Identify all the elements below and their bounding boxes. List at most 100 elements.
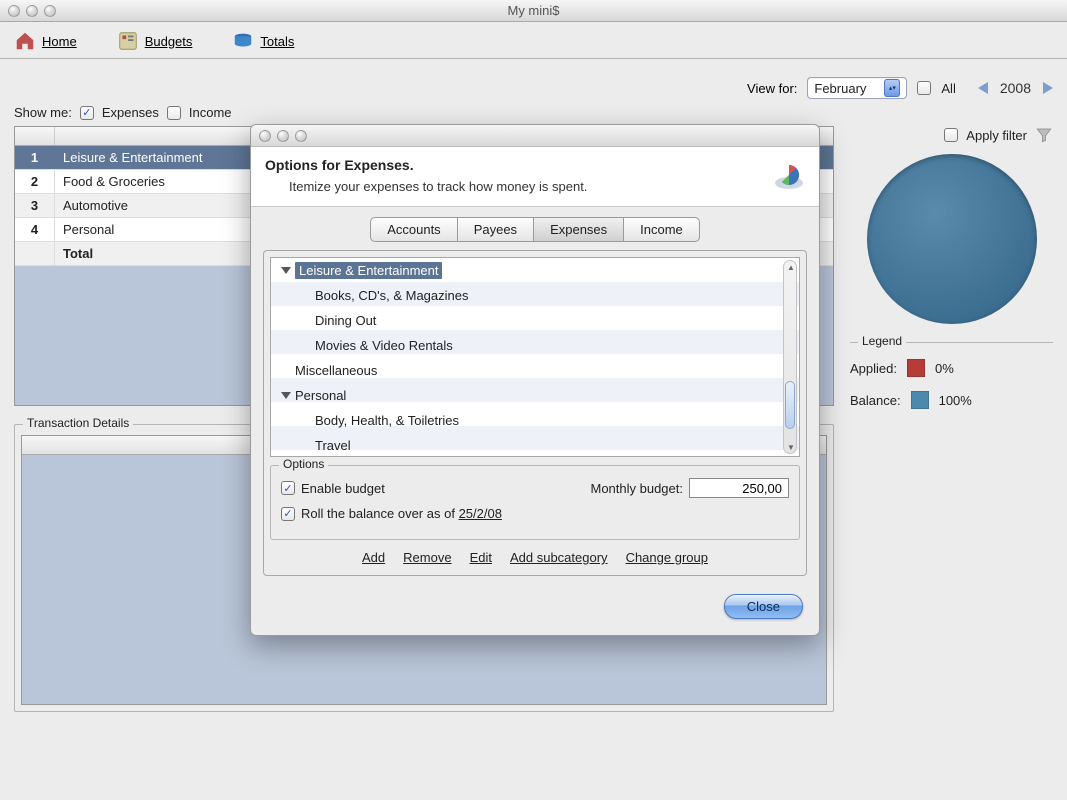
modal-titlebar	[251, 125, 819, 147]
tree-scrollbar[interactable]: ▲ ▼	[783, 260, 797, 454]
swatch-balance-icon	[911, 391, 929, 409]
tree-node-label: Books, CD's, & Magazines	[315, 288, 469, 303]
income-label: Income	[189, 105, 232, 120]
nav-totals-label: Totals	[260, 34, 294, 49]
nav-totals[interactable]: Totals	[232, 30, 294, 52]
nav-home[interactable]: Home	[14, 30, 77, 52]
budgets-icon	[117, 30, 139, 52]
category-col-num[interactable]	[15, 127, 55, 145]
tab-income[interactable]: Income	[624, 217, 700, 242]
modal-zoom-icon[interactable]	[295, 130, 307, 142]
nav-home-label: Home	[42, 34, 77, 49]
pie-chart	[867, 154, 1037, 324]
row-number	[15, 242, 55, 265]
roll-balance-date[interactable]: 25/2/08	[459, 506, 502, 521]
legend-box: Legend Applied: 0% Balance: 100%	[850, 342, 1053, 409]
swatch-applied-icon	[907, 359, 925, 377]
tab-expenses[interactable]: Expenses	[534, 217, 624, 242]
tree-node[interactable]: Personal	[271, 383, 799, 408]
all-checkbox[interactable]	[917, 81, 931, 95]
year-nav: 2008	[978, 80, 1053, 96]
category-tree[interactable]: Leisure & Entertainment Books, CD's, & M…	[270, 257, 800, 457]
modal-title: Options for Expenses.	[265, 157, 805, 173]
modal-minimize-icon[interactable]	[277, 130, 289, 142]
tab-payees[interactable]: Payees	[458, 217, 534, 242]
main-titlebar: My mini$	[0, 0, 1067, 22]
options-legend: Options	[279, 457, 328, 471]
tree-node[interactable]: Books, CD's, & Magazines	[271, 283, 799, 308]
modal-close-icon[interactable]	[259, 130, 271, 142]
tree-node[interactable]: Dining Out	[271, 308, 799, 333]
legend-applied-label: Applied:	[850, 361, 897, 376]
transaction-legend: Transaction Details	[23, 416, 133, 430]
year-next-icon[interactable]	[1043, 82, 1053, 94]
apply-filter-row: Apply filter	[850, 126, 1053, 154]
tree-node-label: Movies & Video Rentals	[315, 338, 453, 353]
monthly-budget-input[interactable]	[689, 478, 789, 498]
show-me-label: Show me:	[14, 105, 72, 120]
action-remove[interactable]: Remove	[403, 550, 451, 565]
legend-row-applied: Applied: 0%	[850, 359, 1053, 377]
scroll-up-icon[interactable]: ▲	[787, 263, 795, 271]
modal-window-controls	[259, 130, 307, 142]
tree-node[interactable]: Miscellaneous	[271, 358, 799, 383]
window-title: My mini$	[0, 3, 1067, 18]
month-select-value: February	[814, 81, 866, 96]
legend-balance-value: 100%	[939, 393, 972, 408]
modal-actions: Add Remove Edit Add subcategory Change g…	[270, 540, 800, 569]
nav-budgets-label: Budgets	[145, 34, 193, 49]
disclosure-triangle-icon[interactable]	[281, 392, 291, 399]
tree-node[interactable]: Travel	[271, 433, 799, 457]
tree-node-label: Miscellaneous	[295, 363, 377, 378]
enable-budget-row: ✓ Enable budget Monthly budget:	[281, 478, 789, 498]
apply-filter-label: Apply filter	[966, 128, 1027, 143]
year-prev-icon[interactable]	[978, 82, 988, 94]
monthly-budget-label: Monthly budget:	[590, 481, 683, 496]
close-button[interactable]: Close	[724, 594, 803, 619]
totals-icon	[232, 30, 254, 52]
income-checkbox[interactable]	[167, 106, 181, 120]
view-for-label: View for:	[747, 81, 797, 96]
action-add[interactable]: Add	[362, 550, 385, 565]
tree-node[interactable]: Body, Health, & Toiletries	[271, 408, 799, 433]
modal-footer: Close	[251, 576, 819, 635]
tree-node-label: Body, Health, & Toiletries	[315, 413, 459, 428]
modal-subtitle: Itemize your expenses to track how money…	[289, 179, 805, 194]
pie-chart-icon	[773, 161, 805, 193]
action-add-subcategory[interactable]: Add subcategory	[510, 550, 608, 565]
tree-node[interactable]: Leisure & Entertainment	[271, 258, 799, 283]
nav-budgets[interactable]: Budgets	[117, 30, 193, 52]
roll-balance-checkbox[interactable]: ✓	[281, 507, 295, 521]
disclosure-triangle-icon[interactable]	[281, 267, 291, 274]
scroll-down-icon[interactable]: ▼	[787, 443, 795, 451]
modal-tabs: Accounts Payees Expenses Income	[251, 217, 819, 242]
legend-title: Legend	[858, 334, 906, 348]
tree-node-label: Dining Out	[315, 313, 376, 328]
action-change-group[interactable]: Change group	[626, 550, 708, 565]
all-label: All	[941, 81, 955, 96]
scrollbar-thumb[interactable]	[785, 381, 795, 429]
legend-row-balance: Balance: 100%	[850, 391, 1053, 409]
modal-panel: Leisure & Entertainment Books, CD's, & M…	[263, 250, 807, 576]
row-number: 2	[15, 170, 55, 193]
main-toolbar: Home Budgets Totals	[0, 22, 1067, 59]
tree-node[interactable]: Movies & Video Rentals	[271, 333, 799, 358]
expenses-label: Expenses	[102, 105, 159, 120]
modal-header: Options for Expenses. Itemize your expen…	[251, 147, 819, 207]
options-modal: Options for Expenses. Itemize your expen…	[250, 124, 820, 636]
month-select[interactable]: February ▴▾	[807, 77, 907, 99]
apply-filter-checkbox[interactable]	[944, 128, 958, 142]
tree-node-label: Leisure & Entertainment	[295, 262, 442, 279]
enable-budget-checkbox[interactable]: ✓	[281, 481, 295, 495]
row-number: 1	[15, 146, 55, 169]
expenses-checkbox[interactable]: ✓	[80, 106, 94, 120]
options-group: Options ✓ Enable budget Monthly budget: …	[270, 465, 800, 540]
legend-balance-label: Balance:	[850, 393, 901, 408]
filter-icon[interactable]	[1035, 126, 1053, 144]
show-me-row: Show me: ✓ Expenses Income	[0, 105, 1067, 126]
tab-accounts[interactable]: Accounts	[370, 217, 457, 242]
action-edit[interactable]: Edit	[470, 550, 492, 565]
row-number: 4	[15, 218, 55, 241]
home-icon	[14, 30, 36, 52]
year-value: 2008	[1000, 80, 1031, 96]
